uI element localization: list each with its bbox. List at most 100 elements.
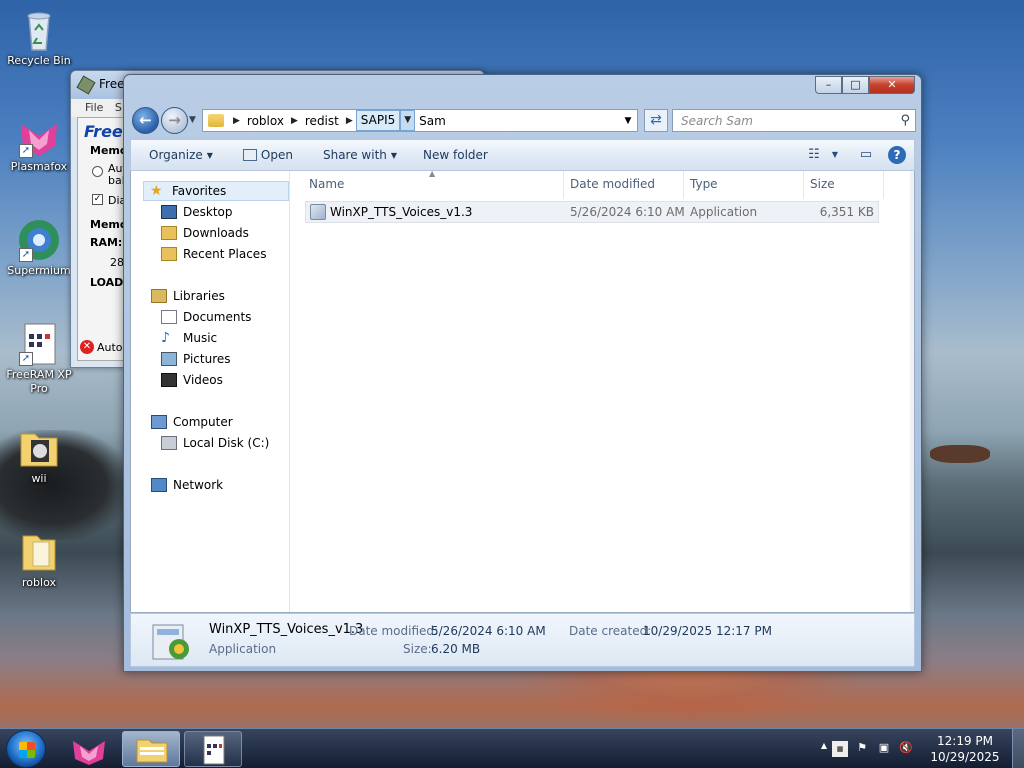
- column-label: Date modified: [570, 177, 656, 191]
- nav-label: Recent Places: [183, 247, 267, 261]
- auto-button[interactable]: ✕ Auto: [80, 340, 123, 354]
- breadcrumb-separator[interactable]: ▶: [230, 116, 243, 126]
- window-controls: – □ ✕: [815, 76, 915, 94]
- column-header-date-modified[interactable]: Date modified: [564, 171, 684, 199]
- show-hidden-icons-icon[interactable]: ▲: [816, 741, 832, 757]
- network-status-icon[interactable]: ▣: [876, 741, 892, 757]
- details-pane: WinXP_TTS_Voices_v1.3 Application Date m…: [130, 613, 915, 667]
- change-view-icon[interactable]: ☷: [800, 143, 828, 167]
- open-label: Open: [260, 148, 293, 162]
- radio-button[interactable]: [92, 166, 103, 177]
- supermium-icon: ➚: [17, 218, 61, 262]
- table-row[interactable]: WinXP_TTS_Voices_v1.3 5/26/2024 6:10 AM …: [305, 201, 879, 223]
- search-input[interactable]: Search Sam ⚲: [672, 109, 916, 132]
- desktop-icon-label: Recycle Bin: [7, 54, 71, 67]
- file-type: Application: [690, 205, 758, 219]
- help-icon[interactable]: ?: [888, 146, 906, 164]
- desktop-icon-wii[interactable]: wii: [1, 426, 77, 486]
- breadcrumb-redist[interactable]: redist: [301, 114, 343, 128]
- desktop-icon-plasmafox[interactable]: ➚ Plasmafox: [1, 114, 77, 174]
- share-with-button[interactable]: Share with ▼: [315, 148, 405, 162]
- view-controls: ☷ ▼ ▭ ?: [800, 143, 914, 167]
- explorer-window[interactable]: – □ ✕ ← → ▼ ▶ roblox ▶ redist ▶ SAPI5 ▼ …: [123, 74, 922, 672]
- organize-button[interactable]: Organize ▼: [141, 148, 221, 162]
- desktop-icon-label: Plasmafox: [10, 160, 68, 173]
- nav-downloads[interactable]: Downloads: [161, 226, 249, 240]
- recent-pages-dropdown[interactable]: ▼: [189, 115, 196, 125]
- nav-documents[interactable]: Documents: [161, 310, 251, 324]
- file-size: 6,351 KB: [819, 205, 874, 219]
- menu-file[interactable]: File: [85, 101, 103, 114]
- preview-pane-icon[interactable]: ▭: [852, 143, 880, 167]
- refresh-button[interactable]: ⇄: [644, 109, 668, 132]
- vertical-scrollbar[interactable]: [910, 171, 914, 612]
- taskbar-freeram[interactable]: [184, 731, 242, 767]
- volume-muted-icon[interactable]: 🔇: [898, 741, 914, 757]
- forward-button[interactable]: →: [161, 107, 188, 134]
- folder-icon: [208, 114, 224, 127]
- breadcrumb-roblox[interactable]: roblox: [243, 114, 288, 128]
- desktop-icon-roblox[interactable]: roblox: [1, 530, 77, 590]
- address-bar[interactable]: ▶ roblox ▶ redist ▶ SAPI5 ▼ Sam ▼: [202, 109, 638, 132]
- nav-desktop[interactable]: Desktop: [161, 205, 233, 219]
- freeram-title: Free: [99, 77, 125, 91]
- minimize-button[interactable]: –: [815, 76, 842, 94]
- new-folder-button[interactable]: New folder: [415, 148, 496, 162]
- address-dropdown-icon[interactable]: ▼: [619, 116, 637, 126]
- view-dropdown-icon[interactable]: ▼: [828, 143, 842, 167]
- action-center-icon[interactable]: ⚑: [854, 741, 870, 757]
- desktop-icon-recycle-bin[interactable]: Recycle Bin: [1, 8, 77, 68]
- desktop-icon-supermium[interactable]: ➚ Supermium: [1, 218, 77, 278]
- checkbox[interactable]: ✓: [92, 194, 103, 205]
- nav-recent-places[interactable]: Recent Places: [161, 247, 266, 261]
- breadcrumb-sam[interactable]: Sam: [415, 114, 450, 128]
- taskbar-explorer[interactable]: [122, 731, 180, 767]
- videos-icon: [161, 373, 177, 387]
- close-button[interactable]: ✕: [869, 76, 915, 94]
- application-icon: [310, 204, 326, 220]
- navigation-pane: ★ Favorites Desktop Downloads Recent Pla…: [131, 171, 290, 612]
- breadcrumb-separator-dropdown[interactable]: ▼: [400, 110, 416, 131]
- start-button[interactable]: [6, 730, 46, 768]
- clock[interactable]: 12:19 PM 10/29/2025: [930, 733, 1000, 765]
- details-size-label: Size:: [403, 642, 432, 656]
- nav-label: Music: [183, 331, 218, 345]
- sort-arrow-icon: ▲: [429, 169, 436, 178]
- desktop-icon: [161, 205, 177, 219]
- desktop-icon-label: roblox: [22, 576, 56, 589]
- nav-computer[interactable]: Computer: [151, 415, 233, 429]
- nav-label: Pictures: [183, 352, 231, 366]
- content-area: ★ Favorites Desktop Downloads Recent Pla…: [130, 169, 915, 613]
- nav-pictures[interactable]: Pictures: [161, 352, 231, 366]
- desktop-icon-freeram[interactable]: ➚ FreeRAM XP Pro: [1, 322, 77, 396]
- column-label: Name: [309, 177, 345, 191]
- search-icon[interactable]: ⚲: [900, 113, 910, 128]
- taskbar-plasmafox[interactable]: [60, 731, 118, 767]
- column-header-size[interactable]: Size: [804, 171, 884, 199]
- maximize-button[interactable]: □: [842, 76, 869, 94]
- nav-videos[interactable]: Videos: [161, 373, 223, 387]
- show-desktop-button[interactable]: [1012, 729, 1024, 768]
- open-button[interactable]: Open: [235, 148, 301, 162]
- wallpaper-rock: [930, 445, 990, 463]
- chevron-down-icon: ▼: [390, 150, 398, 160]
- breadcrumb-separator[interactable]: ▶: [343, 116, 356, 126]
- recent-places-icon: [161, 247, 177, 261]
- nav-label: Downloads: [183, 226, 249, 240]
- breadcrumb-sapi5[interactable]: SAPI5: [355, 110, 401, 131]
- nav-local-disk[interactable]: Local Disk (C:): [161, 436, 269, 450]
- nav-music[interactable]: ♪ Music: [161, 331, 217, 345]
- nav-network[interactable]: Network: [151, 478, 223, 492]
- nav-libraries[interactable]: Libraries: [151, 289, 225, 303]
- column-header-name[interactable]: Name ▲: [291, 169, 564, 199]
- explorer-icon: [136, 739, 168, 763]
- details-date-created-label: Date created:: [569, 624, 652, 638]
- tray-app-icon[interactable]: ▦: [832, 741, 848, 757]
- menu-second[interactable]: S: [115, 101, 122, 114]
- breadcrumb-separator[interactable]: ▶: [288, 116, 301, 126]
- memory-section-label: Memo: [90, 144, 128, 157]
- column-header-type[interactable]: Type: [684, 171, 804, 199]
- nav-favorites[interactable]: ★ Favorites: [143, 181, 289, 201]
- load-label: LOAD: [90, 276, 124, 289]
- back-button[interactable]: ←: [132, 107, 159, 134]
